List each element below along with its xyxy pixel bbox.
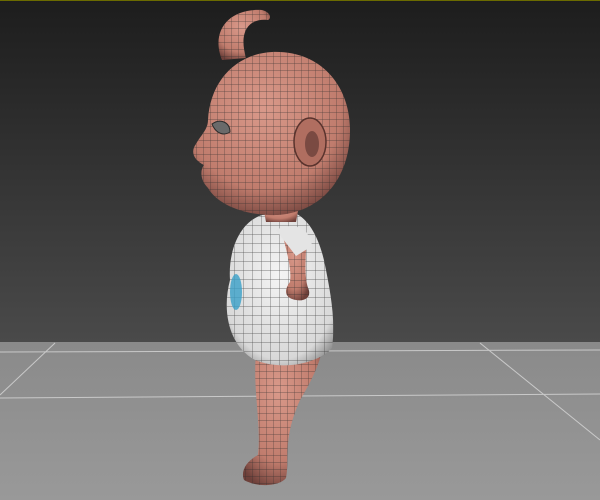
active-viewport-border	[0, 0, 600, 1]
viewport-canvas[interactable]	[0, 0, 600, 500]
3d-viewport[interactable]	[0, 0, 600, 500]
onesie-print	[230, 274, 242, 310]
